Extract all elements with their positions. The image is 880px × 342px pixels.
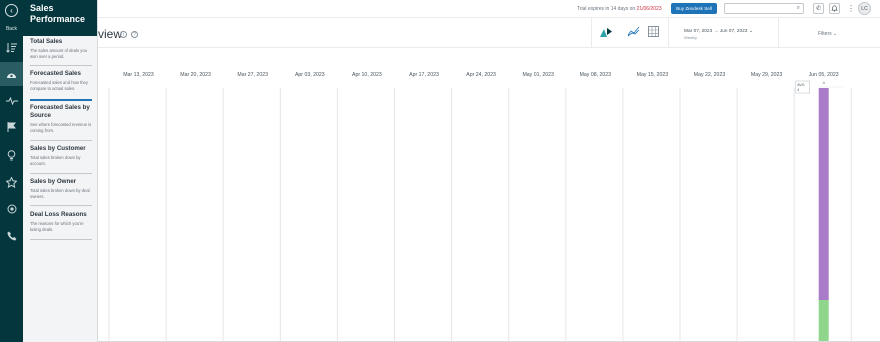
star-icon: [6, 176, 17, 188]
chevron-left-icon: ‹: [5, 4, 18, 17]
date-range-value: Mar 07, 2023 → Jun 07, 2023: [684, 29, 748, 34]
date-range-picker[interactable]: Mar 07, 2023 → Jun 07, 2023 ⌄ Weekly: [684, 29, 753, 40]
help-icon[interactable]: ?: [131, 31, 138, 38]
tooltip-label: AVG: [797, 83, 805, 87]
x-tick-label: Apr 17, 2023: [409, 72, 439, 78]
menu-item-title: Forecasted Sales: [30, 70, 81, 77]
top-bar: Trial expires in 14 days on 21/06/2023 B…: [98, 0, 880, 18]
nav-list-sort[interactable]: [0, 38, 23, 56]
bar-top-label: 4: [823, 81, 825, 85]
trial-date: 21/06/2023: [636, 6, 662, 12]
menu-item-title: Deal Loss Reasons: [30, 211, 87, 218]
filters-button[interactable]: Filters ⌄: [818, 31, 837, 37]
avatar[interactable]: LC: [858, 2, 871, 15]
back-label: Back: [5, 26, 18, 32]
pulse-icon: [5, 97, 18, 105]
x-tick-label: Apr 24, 2023: [466, 72, 496, 78]
menu-item-total-sales[interactable]: Total Sales The sales amount of deals yo…: [30, 38, 92, 66]
table-icon: [648, 26, 659, 37]
settings-dial-icon: [7, 204, 16, 214]
buy-button[interactable]: Buy Zendesk Sell: [671, 3, 717, 14]
bar-chart-button[interactable]: [599, 26, 613, 41]
nav-star[interactable]: [0, 173, 23, 191]
menu-item-title: Sales by Owner: [30, 178, 77, 185]
trial-notice: Trial expires in 14 days on 21/06/2023: [577, 6, 662, 12]
list-sort-icon: [6, 42, 17, 53]
nav-flag[interactable]: [0, 118, 23, 136]
nav-lightbulb[interactable]: [0, 146, 23, 164]
table-view-button[interactable]: [648, 26, 659, 40]
x-tick-label: May 01, 2023: [522, 72, 554, 78]
x-tick-label: Mar 20, 2023: [180, 72, 211, 78]
menu-item-desc: See where forecasted revenue is coming f…: [30, 122, 92, 133]
divider: [668, 18, 669, 48]
divider: [591, 18, 592, 48]
panel-title: Sales Performance: [23, 0, 97, 36]
nav-phone[interactable]: [0, 227, 23, 245]
menu-item-desc: Total sales broken down by deal owners.: [30, 188, 90, 199]
page-title: view: [98, 27, 123, 41]
line-chart-icon: [627, 26, 640, 37]
reports-panel: Sales Performance Total Sales The sales …: [23, 0, 98, 342]
bar-segment-actual: [818, 300, 829, 342]
x-tick-label: Apr 10, 2023: [352, 72, 382, 78]
menu-item-desc: The reasons for which you're losing deal…: [30, 221, 84, 232]
tooltip-value: 4: [797, 88, 799, 92]
dashboard-gauge-icon: [7, 73, 16, 78]
bar-segment-forecast: [818, 88, 829, 300]
menu-item-forecasted-sales[interactable]: Forecasted Sales Forecasted sales and ho…: [30, 70, 92, 101]
forecast-chart: Mar 13, 2023 Mar 20, 2023 Mar 27, 2023 Apr …: [98, 72, 880, 342]
menu-item-sales-by-customer[interactable]: Sales by Customer Total sales broken dow…: [30, 145, 92, 174]
notifications-button[interactable]: [829, 3, 840, 14]
lightbulb-icon: [7, 149, 16, 160]
flag-icon: [7, 122, 16, 132]
back-button[interactable]: ‹ Back: [0, 4, 23, 32]
menu-item-desc: Total sales broken down by account.: [30, 155, 81, 166]
info-icon[interactable]: i: [120, 31, 127, 38]
menu-item-title: Forecasted Sales by Source: [30, 104, 90, 119]
menu-item-deal-loss-reasons[interactable]: Deal Loss Reasons The reasons for which …: [30, 211, 92, 240]
x-tick-label: May 29, 2023: [751, 72, 783, 78]
chevron-down-icon: ⌄: [833, 31, 838, 37]
phone-icon: [6, 231, 16, 241]
bell-icon: [831, 5, 838, 12]
report-header: view i ? Mar 07, 2023 → Jun 07, 2023 ⌄ W…: [98, 18, 880, 48]
menu-item-desc: Forecasted sales and how they compare to…: [30, 80, 88, 91]
x-tick-label: Apr 03, 2023: [295, 72, 325, 78]
x-tick-label: May 08, 2023: [580, 72, 612, 78]
x-tick-label: May 22, 2023: [694, 72, 726, 78]
nav-settings-dial[interactable]: [0, 200, 23, 218]
menu-item-title: Total Sales: [30, 38, 63, 45]
menu-item-sales-by-owner[interactable]: Sales by Owner Total sales broken down b…: [30, 178, 92, 206]
x-tick-label: Mar 13, 2023: [123, 72, 154, 78]
search-input[interactable]: ⌕: [724, 3, 804, 14]
menu-item-title: Sales by Customer: [30, 145, 86, 152]
phone-button[interactable]: ✆: [813, 3, 824, 14]
filters-label: Filters: [818, 31, 832, 37]
x-tick-label: Jun 05, 2023: [809, 72, 839, 78]
granularity-label: Weekly: [684, 35, 698, 40]
nav-dashboard[interactable]: [0, 62, 23, 86]
bar-chart-icon: [600, 28, 612, 37]
menu-item-desc: The sales amount of deals you won over a…: [30, 48, 88, 59]
x-tick-label: May 15, 2023: [637, 72, 669, 78]
trial-text: Trial expires in 14 days on: [577, 6, 636, 12]
icon-rail: ‹ Back: [0, 0, 23, 342]
nav-pulse[interactable]: [0, 90, 23, 112]
phone-icon: ✆: [815, 6, 822, 12]
menu-item-forecasted-by-source[interactable]: Forecasted Sales by Source See where for…: [30, 104, 92, 141]
line-chart-button[interactable]: [627, 26, 640, 40]
x-tick-label: Mar 27, 2023: [237, 72, 268, 78]
chevron-down-icon: ⌄: [748, 29, 753, 34]
divider: [778, 18, 779, 48]
search-icon: ⌕: [796, 5, 800, 11]
